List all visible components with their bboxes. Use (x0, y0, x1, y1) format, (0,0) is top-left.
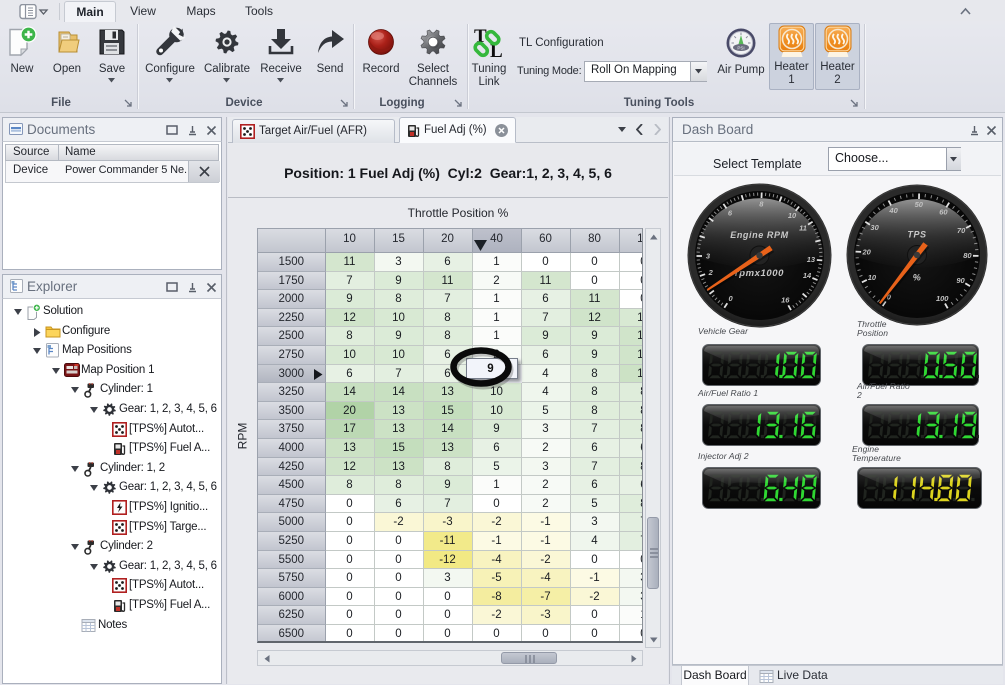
svg-text:90: 90 (956, 276, 965, 285)
svg-text:30: 30 (870, 223, 879, 232)
svg-text:%: % (913, 272, 922, 282)
svg-text:16: 16 (781, 296, 790, 305)
svg-text:TPS: TPS (907, 229, 926, 239)
svg-text:70: 70 (957, 226, 966, 235)
svg-text:50: 50 (915, 200, 924, 209)
svg-text:11: 11 (799, 223, 807, 232)
svg-text:PSI: PSI (737, 46, 744, 51)
svg-text:2: 2 (708, 268, 714, 277)
svg-text:Engine RPM: Engine RPM (730, 230, 789, 240)
svg-text:80: 80 (963, 251, 972, 260)
svg-text:60: 60 (939, 208, 948, 217)
svg-text:10: 10 (868, 273, 877, 282)
svg-text:14: 14 (803, 271, 812, 280)
svg-text:10: 10 (788, 211, 797, 220)
svg-text:20: 20 (862, 248, 872, 257)
svg-text:40: 40 (888, 206, 898, 215)
svg-text:100: 100 (936, 294, 949, 303)
svg-text:13: 13 (807, 255, 816, 264)
